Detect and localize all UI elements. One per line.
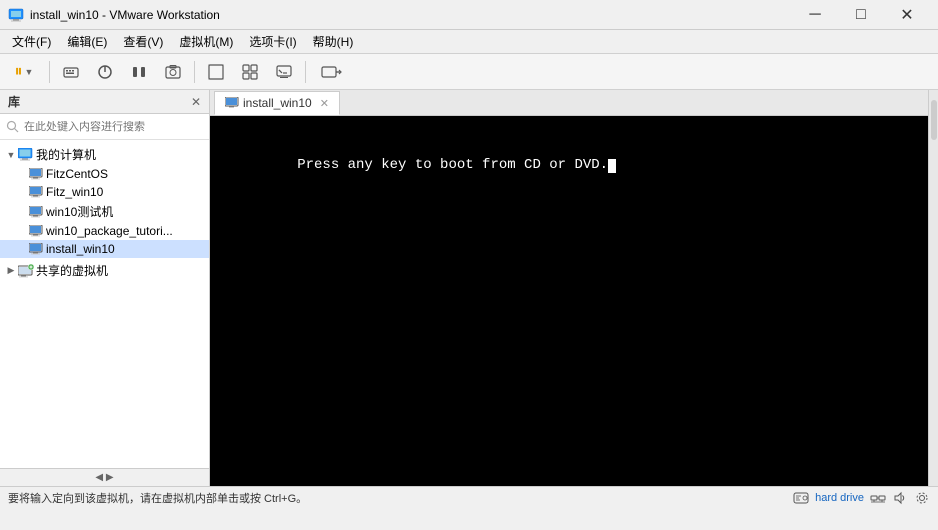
pause-button[interactable]: ⏸ ▼ [4,58,44,86]
console-button[interactable] [268,58,300,86]
tree-node-win10package[interactable]: win10_package_tutori... [0,222,209,240]
search-icon [6,120,20,134]
tree-node-fitzcentos[interactable]: FitzCentOS [0,165,209,183]
vm-fitzwin10-label: Fitz_win10 [46,185,103,199]
library-close-button[interactable]: ✕ [191,95,201,109]
suspend-button[interactable] [123,58,155,86]
maximize-button[interactable]: □ [838,0,884,30]
library-tree: ▼ 我的计算机 [0,140,209,468]
computer-icon [18,148,34,162]
library-title: 库 [8,93,20,110]
status-text: 要将输入定向到该虚拟机，请在虚拟机内部单击或按 Ctrl+G。 [8,490,793,506]
console-icon [275,63,293,81]
separator-1 [49,61,50,83]
send-ctrl-alt-del-button[interactable] [55,58,87,86]
vm-tabs: install_win10 ✕ [210,90,928,116]
unity-button[interactable] [234,58,266,86]
toolbar: ⏸ ▼ [0,54,938,90]
power-on-icon [96,63,114,81]
sound-icon [892,490,908,506]
mycomputer-label: 我的计算机 [36,146,96,163]
minimize-button[interactable]: ─ [792,0,838,30]
power-on-button[interactable] [89,58,121,86]
vm-tab-install-win10[interactable]: install_win10 ✕ [214,91,340,115]
menu-bar: 文件(F) 编辑(E) 查看(V) 虚拟机(M) 选项卡(I) 帮助(H) [0,30,938,54]
tree-node-install-win10[interactable]: install_win10 [0,240,209,258]
scroll-down-arrow: ◀ ▶ [95,472,113,483]
menu-vm[interactable]: 虚拟机(M) [171,31,241,52]
separator-3 [305,61,306,83]
settings-button[interactable] [311,58,351,86]
status-bar: 要将输入定向到该虚拟机，请在虚拟机内部单击或按 Ctrl+G。 hard dri… [0,486,938,508]
shared-expand-icon: ▶ [4,264,18,278]
storage-icon [793,490,809,506]
vm-area: install_win10 ✕ Press any key to boot fr… [210,90,928,486]
menu-tabs[interactable]: 选项卡(I) [241,31,304,52]
vm-icon5 [28,242,44,256]
vm-icon4 [28,224,44,238]
menu-help[interactable]: 帮助(H) [305,31,362,52]
snapshot-icon [164,63,182,81]
hard-drive-text: hard drive [815,492,864,504]
fullscreen-icon [207,63,225,81]
menu-view[interactable]: 查看(V) [115,31,171,52]
status-right: hard drive [793,490,930,506]
menu-edit[interactable]: 编辑(E) [59,31,115,52]
app-icon [8,7,24,23]
library-scroll-bottom[interactable]: ◀ ▶ [0,468,209,486]
library-header: 库 ✕ [0,90,209,114]
pause-dropdown-arrow: ▼ [25,67,34,77]
vm-win10package-label: win10_package_tutori... [46,224,173,238]
right-panel-handle[interactable] [931,100,937,140]
library-search[interactable] [0,114,209,140]
tree-node-mycomputer[interactable]: ▼ 我的计算机 [0,144,209,165]
menu-file[interactable]: 文件(F) [4,31,59,52]
keyboard-icon [62,63,80,81]
pause-icon: ⏸ [15,63,23,81]
vm-win10test-label: win10测试机 [46,203,113,220]
title-bar: install_win10 - VMware Workstation ─ □ ✕ [0,0,938,30]
vm-tab-label: install_win10 [243,96,312,110]
snapshot-button[interactable] [157,58,189,86]
vm-tab-close-button[interactable]: ✕ [320,97,329,110]
vm-fitzcentos-label: FitzCentOS [46,167,108,181]
close-button[interactable]: ✕ [884,0,930,30]
tab-vm-icon [225,97,239,109]
right-edge-panel [928,90,938,486]
console-output: Press any key to boot from CD or DVD. [230,136,616,195]
network-icon [870,490,886,506]
separator-2 [194,61,195,83]
vm-icon3 [28,205,44,219]
window-controls: ─ □ ✕ [792,0,930,30]
vm-icon2 [28,185,44,199]
search-input[interactable] [24,121,203,133]
tree-node-shared[interactable]: ▶ 共享的虚拟机 [0,260,209,281]
main-area: 库 ✕ ▼ 我的计算机 [0,90,938,486]
library-panel: 库 ✕ ▼ 我的计算机 [0,90,210,486]
tree-node-fitzwin10[interactable]: Fitz_win10 [0,183,209,201]
settings-icon [320,63,342,81]
suspend-icon [130,63,148,81]
shared-icon [18,264,34,278]
expand-icon: ▼ [4,148,18,162]
fullscreen-button[interactable] [200,58,232,86]
cursor-blink [608,159,616,173]
vm-screen[interactable]: Press any key to boot from CD or DVD. [210,116,928,486]
window-title: install_win10 - VMware Workstation [30,8,792,22]
vm-install-win10-label: install_win10 [46,242,115,256]
vm-icon [28,167,44,181]
unity-icon [241,63,259,81]
shared-vms-label: 共享的虚拟机 [36,262,108,279]
vm-settings-status-icon[interactable] [914,490,930,506]
tree-node-win10test[interactable]: win10测试机 [0,201,209,222]
